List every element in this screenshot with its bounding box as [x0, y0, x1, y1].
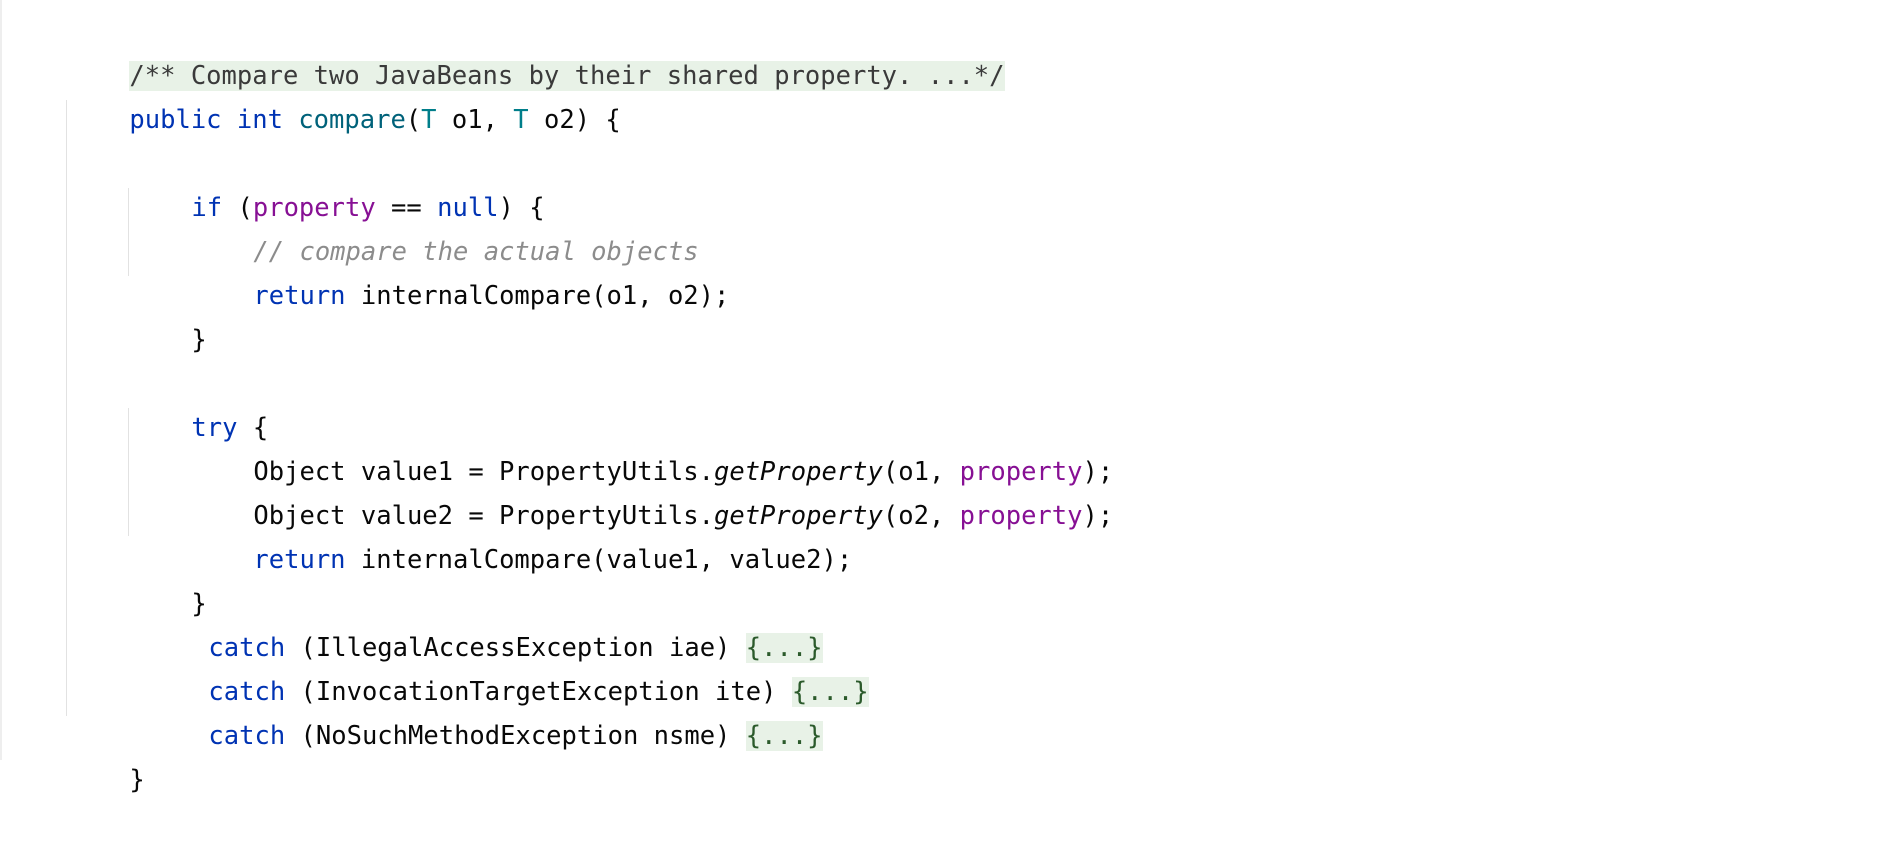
param-2: o2) { — [528, 105, 621, 135]
code-line-signature: public int compare(T o1, T o2) { — [68, 54, 620, 135]
close-brace: } — [129, 765, 145, 795]
close-brace: } — [191, 325, 207, 355]
indent-guide-if — [128, 188, 129, 276]
type-param-2: T — [513, 105, 529, 135]
code-line-return-2: return internalCompare(value1, value2); — [192, 494, 852, 575]
keyword-int: int — [236, 105, 283, 135]
method-name[interactable]: compare — [298, 105, 405, 135]
keyword-return: return — [253, 281, 346, 311]
code-line-value1: Object value1 = PropertyUtils.getPropert… — [192, 406, 1113, 487]
code-line-catch-3: catch (NoSuchMethodException nsme) {...} — [147, 670, 823, 751]
catch-clause: (NoSuchMethodException nsme) — [285, 721, 746, 751]
code-line-comment: // compare the actual objects — [192, 186, 698, 267]
keyword-public: public — [129, 105, 222, 135]
value2-args: (o2, — [882, 501, 960, 531]
open-paren: ( — [405, 105, 422, 135]
indent-guide-try — [128, 408, 129, 536]
code-line-doc: /** Compare two JavaBeans by their share… — [68, 10, 1005, 91]
code-line-value2: Object value2 = PropertyUtils.getPropert… — [192, 450, 1113, 531]
code-line-close-method: } — [68, 714, 144, 795]
return-expr: internalCompare(o1, o2); — [345, 281, 730, 311]
code-line-try: try { — [130, 362, 268, 443]
code-line-close-if: } — [130, 274, 206, 355]
return-expr: internalCompare(value1, value2); — [345, 545, 853, 575]
indent-guide-method — [66, 100, 67, 716]
value2-end: ); — [1082, 501, 1114, 531]
code-editor[interactable]: /** Compare two JavaBeans by their share… — [0, 0, 1880, 795]
code-line-catch-2: catch (InvocationTargetException ite) {.… — [147, 626, 869, 707]
code-line-return-1: return internalCompare(o1, o2); — [192, 230, 729, 311]
code-line-catch-1: catch (IllegalAccessException iae) {...} — [147, 582, 823, 663]
field-property: property — [959, 501, 1083, 531]
folded-block[interactable]: {...} — [745, 721, 823, 751]
keyword-catch: catch — [208, 721, 286, 751]
code-line-close-try: } — [130, 538, 206, 619]
keyword-return: return — [253, 545, 346, 575]
gutter-edge — [0, 0, 2, 760]
param-1: o1, — [436, 105, 514, 135]
type-param-1: T — [421, 105, 437, 135]
code-line-if: if (property == null) { — [130, 142, 544, 223]
